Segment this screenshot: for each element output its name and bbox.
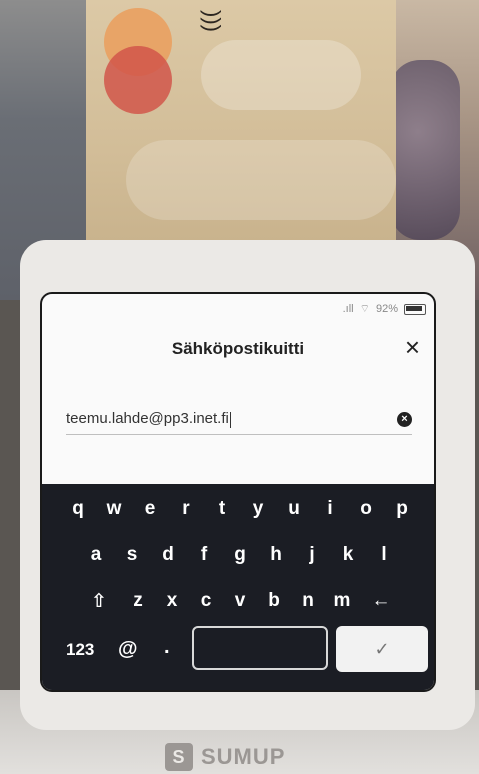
key-l[interactable]: l — [366, 544, 402, 566]
keyboard-row-3: ⇧ z x c v b n m ← — [42, 590, 434, 613]
battery-percent: 92% — [375, 303, 398, 315]
contactless-icon: ))) — [199, 10, 225, 32]
key-f[interactable]: f — [186, 544, 222, 566]
key-p[interactable]: p — [384, 498, 420, 520]
numbers-key[interactable]: 123 — [66, 640, 94, 660]
dialog-title: Sähköpostikuitti — [171, 339, 305, 358]
brand-logo: S SUMUP — [165, 740, 315, 774]
key-g[interactable]: g — [222, 544, 258, 566]
key-k[interactable]: k — [330, 544, 366, 566]
key-z[interactable]: z — [121, 590, 155, 613]
key-r[interactable]: r — [168, 498, 204, 520]
email-input[interactable]: teemu.lahde@pp3.inet.fi × — [66, 404, 412, 435]
key-s[interactable]: s — [114, 544, 150, 566]
card-decoration — [201, 40, 361, 110]
key-u[interactable]: u — [276, 498, 312, 520]
text-caret — [229, 411, 231, 428]
wifi-icon: ⌔ — [359, 303, 370, 315]
clear-input-icon[interactable]: × — [397, 411, 412, 427]
key-x[interactable]: x — [155, 590, 189, 613]
signal-icon: .ıll — [342, 303, 354, 315]
key-d[interactable]: d — [150, 544, 186, 566]
status-bar: .ıll ⌔ 92% — [343, 302, 426, 316]
key-y[interactable]: y — [240, 498, 276, 520]
key-q[interactable]: q — [60, 498, 96, 520]
key-e[interactable]: e — [132, 498, 168, 520]
key-o[interactable]: o — [348, 498, 384, 520]
card-decoration — [126, 140, 396, 220]
confirm-check-icon[interactable]: ✓ — [336, 626, 428, 672]
shift-key-icon[interactable]: ⇧ — [77, 590, 121, 613]
on-screen-keyboard: q w e r t y u i o p a s d f g h j k l ⇧ … — [42, 484, 434, 690]
key-c[interactable]: c — [189, 590, 223, 613]
battery-icon — [404, 303, 426, 315]
key-t[interactable]: t — [204, 498, 240, 520]
card-logo-circle-red — [104, 46, 172, 114]
key-i[interactable]: i — [312, 498, 348, 520]
key-h[interactable]: h — [258, 544, 294, 566]
keyboard-row-1: q w e r t y u i o p — [42, 498, 434, 520]
space-key[interactable] — [192, 626, 328, 670]
backspace-key-icon[interactable]: ← — [359, 590, 403, 613]
key-v[interactable]: v — [223, 590, 257, 613]
brand-logo-text: SUMUP — [201, 744, 286, 769]
at-key[interactable]: @ — [118, 638, 138, 661]
key-w[interactable]: w — [96, 498, 132, 520]
key-j[interactable]: j — [294, 544, 330, 566]
background-fabric — [390, 60, 460, 240]
sumup-logo-icon: S — [165, 743, 193, 771]
keyboard-row-2: a s d f g h j k l — [42, 544, 434, 566]
dot-key[interactable]: . — [164, 636, 170, 659]
close-icon[interactable]: × — [405, 334, 420, 360]
terminal-screen: .ıll ⌔ 92% Sähköpostikuitti × teemu.lahd… — [40, 292, 436, 692]
key-n[interactable]: n — [291, 590, 325, 613]
key-m[interactable]: m — [325, 590, 359, 613]
key-b[interactable]: b — [257, 590, 291, 613]
email-value: teemu.lahde@pp3.inet.fi — [66, 410, 229, 428]
key-a[interactable]: a — [78, 544, 114, 566]
payment-card: ))) — [86, 0, 396, 250]
